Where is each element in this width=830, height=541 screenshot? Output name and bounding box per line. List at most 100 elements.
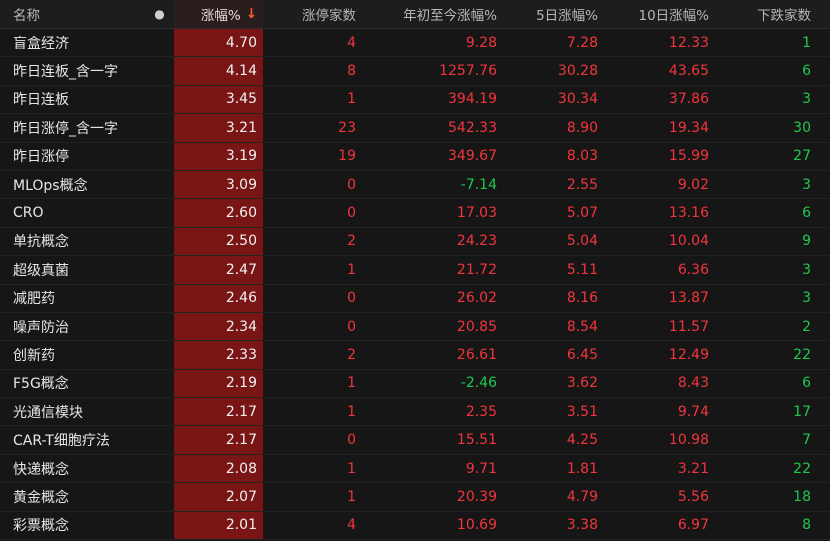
table-row[interactable]: 昨日连板 3.45 1 394.19 30.34 37.86 3 (0, 85, 830, 115)
row-limit-up-count: 4 (347, 517, 356, 534)
table-row[interactable]: 创新药 2.33 2 26.61 6.45 12.49 22 (0, 341, 830, 370)
column-header-10d[interactable]: 10日涨幅% (602, 4, 713, 24)
row-10d: 10.98 (668, 432, 709, 449)
row-10d: 12.49 (668, 346, 709, 363)
row-ytd: 9.71 (465, 460, 497, 477)
table-row[interactable]: MLOps概念 3.09 0 -7.14 2.55 9.02 3 (0, 170, 830, 200)
table-row[interactable]: 昨日涨停 3.19 19 349.67 8.03 15.99 27 (0, 142, 830, 171)
row-change: 4.70 (174, 29, 263, 57)
row-limit-up-count: 19 (338, 148, 356, 165)
row-ytd: 20.85 (456, 318, 497, 335)
column-header-change[interactable]: 涨幅% ↓ (174, 0, 263, 28)
column-header-ytd[interactable]: 年初至今涨幅% (360, 4, 501, 24)
row-ytd: 394.19 (448, 91, 497, 108)
row-name: CAR-T细胞疗法 (13, 433, 110, 450)
row-limit-up-count: 0 (347, 432, 356, 449)
table-row[interactable]: 快递概念 2.08 1 9.71 1.81 3.21 22 (0, 454, 830, 484)
row-change: 2.34 (174, 312, 263, 341)
table-row[interactable]: 超级真菌 2.47 1 21.72 5.11 6.36 3 (0, 256, 830, 285)
row-down-count: 3 (802, 176, 811, 193)
row-name: F5G概念 (13, 376, 69, 393)
table-row[interactable]: CAR-T细胞疗法 2.17 0 15.51 4.25 10.98 7 (0, 426, 830, 455)
row-ytd: 349.67 (448, 148, 497, 165)
table-row[interactable]: 光通信模块 2.17 1 2.35 3.51 9.74 17 (0, 398, 830, 427)
row-5d: 7.28 (566, 34, 598, 51)
row-ytd: 10.69 (456, 517, 497, 534)
table-row[interactable]: 昨日连板_含一字 4.14 8 1257.76 30.28 43.65 6 (0, 57, 830, 86)
row-change: 2.50 (174, 227, 263, 256)
row-5d: 1.81 (566, 460, 598, 477)
row-10d: 19.34 (668, 119, 709, 136)
column-header-5d[interactable]: 5日涨幅% (501, 4, 602, 24)
row-ytd: 9.28 (465, 34, 497, 51)
column-header-limit-up-count[interactable]: 涨停家数 (263, 4, 360, 24)
row-10d: 9.74 (677, 403, 709, 420)
column-header-name[interactable]: 名称 (0, 4, 145, 24)
row-5d: 5.11 (566, 261, 598, 278)
row-ytd: 1257.76 (439, 63, 497, 80)
row-limit-up-count: 0 (347, 176, 356, 193)
row-down-count: 6 (802, 205, 811, 222)
row-name: 单抗概念 (13, 234, 69, 251)
row-limit-up-count: 1 (347, 261, 356, 278)
row-limit-up-count: 1 (347, 375, 356, 392)
row-10d: 11.57 (668, 318, 709, 335)
row-5d: 8.16 (566, 290, 598, 307)
table-row[interactable]: 盲盒经济 4.70 4 9.28 7.28 12.33 1 (0, 29, 830, 58)
row-5d: 5.04 (566, 233, 598, 250)
row-change: 2.08 (174, 454, 263, 483)
row-name: 创新药 (13, 347, 55, 364)
table-row[interactable]: CRO 2.60 0 17.03 5.07 13.16 6 (0, 199, 830, 228)
table-row[interactable]: 黄金概念 2.07 1 20.39 4.79 5.56 18 (0, 483, 830, 512)
row-10d: 8.43 (677, 375, 709, 392)
row-10d: 15.99 (668, 148, 709, 165)
row-name: 昨日涨停 (13, 149, 69, 166)
table-row[interactable]: F5G概念 2.19 1 -2.46 3.62 8.43 6 (0, 369, 830, 399)
row-name: 昨日连板_含一字 (13, 64, 118, 81)
row-down-count: 3 (802, 91, 811, 108)
row-10d: 5.56 (677, 488, 709, 505)
table-row[interactable]: 减肥药 2.46 0 26.02 8.16 13.87 3 (0, 284, 830, 313)
row-limit-up-count: 0 (347, 290, 356, 307)
row-change: 4.14 (174, 57, 263, 85)
row-limit-up-count: 2 (347, 346, 356, 363)
row-limit-up-count: 1 (347, 488, 356, 505)
row-change: 3.45 (174, 85, 263, 114)
row-5d: 3.51 (566, 403, 598, 420)
table-row[interactable]: 单抗概念 2.50 2 24.23 5.04 10.04 9 (0, 227, 830, 257)
row-change: 2.47 (174, 256, 263, 284)
row-down-count: 7 (802, 432, 811, 449)
table-header: 名称 ● 涨幅% ↓ 涨停家数 年初至今涨幅% 5日涨幅% 10日涨幅% 下跌家… (0, 0, 830, 29)
table-row[interactable]: 昨日涨停_含一字 3.21 23 542.33 8.90 19.34 30 (0, 114, 830, 143)
row-name: 噪声防治 (13, 319, 69, 336)
row-5d: 4.25 (566, 432, 598, 449)
column-header-down-count[interactable]: 下跌家数 (713, 4, 830, 24)
row-10d: 12.33 (668, 34, 709, 51)
row-5d: 30.34 (557, 91, 598, 108)
row-10d: 6.97 (677, 517, 709, 534)
row-change: 2.07 (174, 483, 263, 511)
table-row[interactable]: 彩票概念 2.01 4 10.69 3.38 6.97 8 (0, 511, 830, 541)
row-name: 彩票概念 (13, 518, 69, 535)
table-row[interactable]: 噪声防治 2.34 0 20.85 8.54 11.57 2 (0, 312, 830, 342)
row-change: 2.19 (174, 369, 263, 398)
row-name: 黄金概念 (13, 489, 69, 506)
row-name: MLOps概念 (13, 177, 88, 194)
row-down-count: 8 (802, 517, 811, 534)
row-change: 2.33 (174, 341, 263, 369)
row-name: 光通信模块 (13, 404, 83, 421)
row-5d: 3.38 (566, 517, 598, 534)
row-10d: 43.65 (668, 63, 709, 80)
table-body: 盲盒经济 4.70 4 9.28 7.28 12.33 1 昨日连板_含一字 4.14 8 1257… (0, 29, 830, 541)
row-name: 昨日连板 (13, 92, 69, 109)
row-10d: 37.86 (668, 91, 709, 108)
row-name: 快递概念 (13, 461, 69, 478)
column-header-dot-icon[interactable]: ● (145, 7, 174, 21)
row-down-count: 27 (793, 148, 811, 165)
row-10d: 13.87 (668, 290, 709, 307)
row-ytd: -7.14 (460, 176, 497, 193)
row-10d: 6.36 (677, 261, 709, 278)
row-5d: 3.62 (566, 375, 598, 392)
row-5d: 4.79 (566, 488, 598, 505)
row-name: 盲盒经济 (13, 35, 69, 52)
